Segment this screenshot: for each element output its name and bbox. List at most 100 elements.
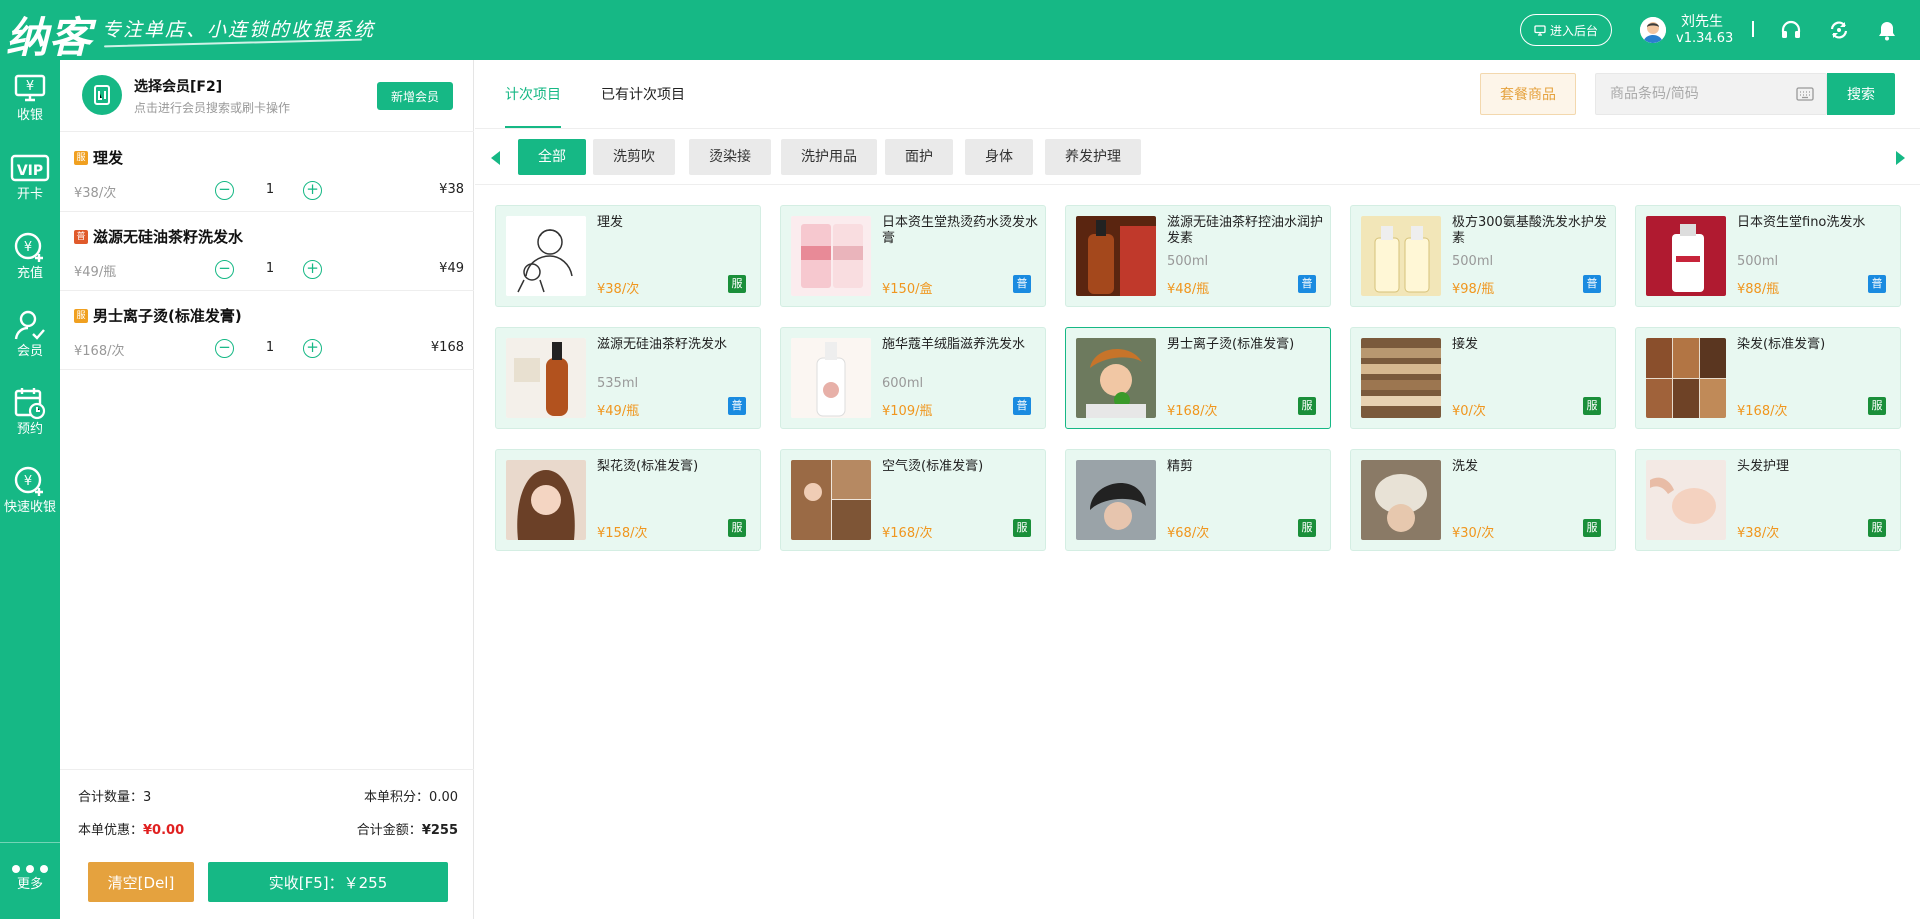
category-hair-nourish[interactable]: 养发护理 (1045, 139, 1141, 175)
product-name: 男士离子烫(标准发膏) (1167, 337, 1295, 352)
cart-item-unit-price: ¥49/瓶 (74, 265, 117, 280)
service-badge: 服 (1583, 519, 1601, 537)
tab-existing-count-items[interactable]: 已有计次项目 (601, 84, 685, 104)
category-perm-dye-extend[interactable]: 烫染接 (689, 139, 771, 175)
amount-value: ¥255 (421, 823, 458, 838)
product-price: ¥168/次 (1737, 404, 1788, 419)
nav-quick-cashier-label: 快速收银 (3, 500, 56, 515)
product-card[interactable]: 洗发 ¥30/次 服 (1350, 449, 1616, 551)
product-badge: 普 (728, 397, 746, 415)
service-badge: 服 (1868, 397, 1886, 415)
enter-admin-button[interactable]: 进入后台 (1520, 14, 1612, 46)
nav-recharge[interactable]: ¥ 充值 (0, 230, 60, 300)
member-icon (14, 310, 45, 340)
product-card[interactable]: 施华蔻羊绒脂滋养洗发水 600ml ¥109/瓶 普 (780, 327, 1046, 429)
cart-item-name: 滋源无硅油茶籽洗发水 (93, 228, 244, 246)
service-badge: 服 (728, 519, 746, 537)
product-card[interactable]: 染发(标准发膏) ¥168/次 服 (1635, 327, 1901, 429)
product-card[interactable]: 头发护理 ¥38/次 服 (1635, 449, 1901, 551)
user-avatar[interactable] (1640, 17, 1666, 43)
discount-value: ¥0.00 (143, 823, 185, 838)
enter-admin-label: 进入后台 (1549, 23, 1598, 38)
product-name: 施华蔻羊绒脂滋养洗发水 (882, 337, 1026, 352)
product-card[interactable]: 日本资生堂热烫药水烫发水膏 ¥150/盒 普 (780, 205, 1046, 307)
product-card[interactable]: 梨花烫(标准发膏) ¥158/次 服 (495, 449, 761, 551)
category-face-care[interactable]: 面护 (885, 139, 953, 175)
nav-booking[interactable]: 预约 (0, 386, 60, 456)
qty-value[interactable]: 1 (240, 182, 300, 197)
product-price: ¥88/瓶 (1737, 282, 1780, 297)
product-price: ¥30/次 (1452, 526, 1495, 541)
qty-minus-button[interactable]: − (215, 339, 234, 358)
product-card[interactable]: 理发 ¥38/次 服 (495, 205, 761, 307)
chevron-right-icon[interactable] (1895, 151, 1905, 165)
nav-member[interactable]: 会员 (0, 308, 60, 378)
category-all[interactable]: 全部 (518, 139, 586, 175)
product-card[interactable]: 男士离子烫(标准发膏) ¥168/次 服 (1065, 327, 1331, 429)
tab-count-items[interactable]: 计次项目 (505, 84, 561, 104)
package-products-button[interactable]: 套餐商品 (1480, 73, 1576, 115)
search-input[interactable] (1596, 74, 1776, 114)
product-card[interactable]: 滋源无硅油茶籽控油水润护发素 500ml ¥48/瓶 普 (1065, 205, 1331, 307)
nav-open-card[interactable]: VIP 开卡 (0, 153, 60, 223)
product-price: ¥150/盒 (882, 282, 933, 297)
member-selector[interactable]: 选择会员[F2] 点击进行会员搜索或刷卡操作 新增会员 (60, 60, 474, 132)
product-name: 日本资生堂fino洗发水 (1737, 215, 1866, 230)
top-header: 纳客 专注单店、小连锁的收银系统 进入后台 刘先生 v1.34.63 (0, 0, 1920, 62)
cart-item[interactable]: 服 理发 ¥38/次 − 1 + ¥38 (60, 133, 474, 212)
qty-plus-button[interactable]: + (303, 339, 322, 358)
category-wash-cut-blow[interactable]: 洗剪吹 (593, 139, 675, 175)
product-image (506, 460, 586, 540)
product-name: 滋源无硅油茶籽控油水润护发素 (1167, 215, 1324, 246)
nav-member-label: 会员 (16, 344, 43, 359)
product-card[interactable]: 滋源无硅油茶籽洗发水 535ml ¥49/瓶 普 (495, 327, 761, 429)
cart-item[interactable]: 普 滋源无硅油茶籽洗发水 ¥49/瓶 − 1 + ¥49 (60, 212, 474, 291)
category-body[interactable]: 身体 (965, 139, 1033, 175)
header-divider (1752, 21, 1754, 37)
product-image (791, 460, 871, 540)
product-card[interactable]: 接发 ¥0/次 服 (1350, 327, 1616, 429)
cart-item-name: 理发 (93, 149, 124, 167)
product-card[interactable]: 精剪 ¥68/次 服 (1065, 449, 1331, 551)
product-card[interactable]: 日本资生堂fino洗发水 500ml ¥88/瓶 普 (1635, 205, 1901, 307)
qty-value[interactable]: 1 (240, 340, 300, 355)
keyboard-icon[interactable] (1796, 87, 1814, 101)
cart-item[interactable]: 服 男士离子烫(标准发膏) ¥168/次 − 1 + ¥168 (60, 291, 474, 370)
user-avatar-icon (1640, 17, 1666, 43)
product-badge: 普 (1868, 275, 1886, 293)
checkout-button[interactable]: 实收[F5]：￥255 (208, 862, 448, 902)
nav-quick-cashier[interactable]: ¥ 快速收银 (0, 464, 60, 534)
product-image (1361, 460, 1441, 540)
product-badge: 普 (1583, 275, 1601, 293)
product-name: 日本资生堂热烫药水烫发水膏 (882, 215, 1039, 246)
qty-minus-button[interactable]: − (215, 181, 234, 200)
product-image (1076, 216, 1156, 296)
qty-minus-button[interactable]: − (215, 260, 234, 279)
qty-plus-button[interactable]: + (303, 181, 322, 200)
nav-cashier[interactable]: ¥ 收银 (0, 74, 60, 144)
app-version: v1.34.63 (1676, 31, 1734, 46)
order-discount: 本单优惠：¥0.00 (78, 823, 185, 838)
product-card[interactable]: 空气烫(标准发膏) ¥168/次 服 (780, 449, 1046, 551)
headset-icon[interactable] (1780, 19, 1802, 41)
product-spec: 500ml (1167, 254, 1209, 269)
product-image (1646, 338, 1726, 418)
category-care-products[interactable]: 洗护用品 (781, 139, 877, 175)
search-button[interactable]: 搜索 (1827, 73, 1895, 115)
bell-icon[interactable] (1876, 19, 1898, 41)
product-name: 梨花烫(标准发膏) (597, 459, 699, 474)
new-member-button[interactable]: 新增会员 (377, 82, 453, 110)
app-logo: 纳客 (6, 13, 93, 62)
qty-plus-button[interactable]: + (303, 260, 322, 279)
product-card[interactable]: 极方300氨基酸洗发水护发素 500ml ¥98/瓶 普 (1350, 205, 1616, 307)
app-slogan: 专注单店、小连锁的收银系统 (102, 19, 376, 41)
product-price: ¥168/次 (882, 526, 933, 541)
clear-cart-button[interactable]: 清空[Del] (88, 862, 194, 902)
product-area: 计次项目 已有计次项目 套餐商品 搜索 全部 洗剪吹 烫染接 洗护用品 面护 身… (475, 60, 1920, 919)
qty-value[interactable]: 1 (240, 261, 300, 276)
product-image (791, 216, 871, 296)
sync-icon[interactable] (1828, 19, 1850, 41)
chevron-left-icon[interactable] (491, 151, 501, 165)
nav-more[interactable]: 更多 (0, 842, 60, 919)
service-badge: 服 (728, 275, 746, 293)
